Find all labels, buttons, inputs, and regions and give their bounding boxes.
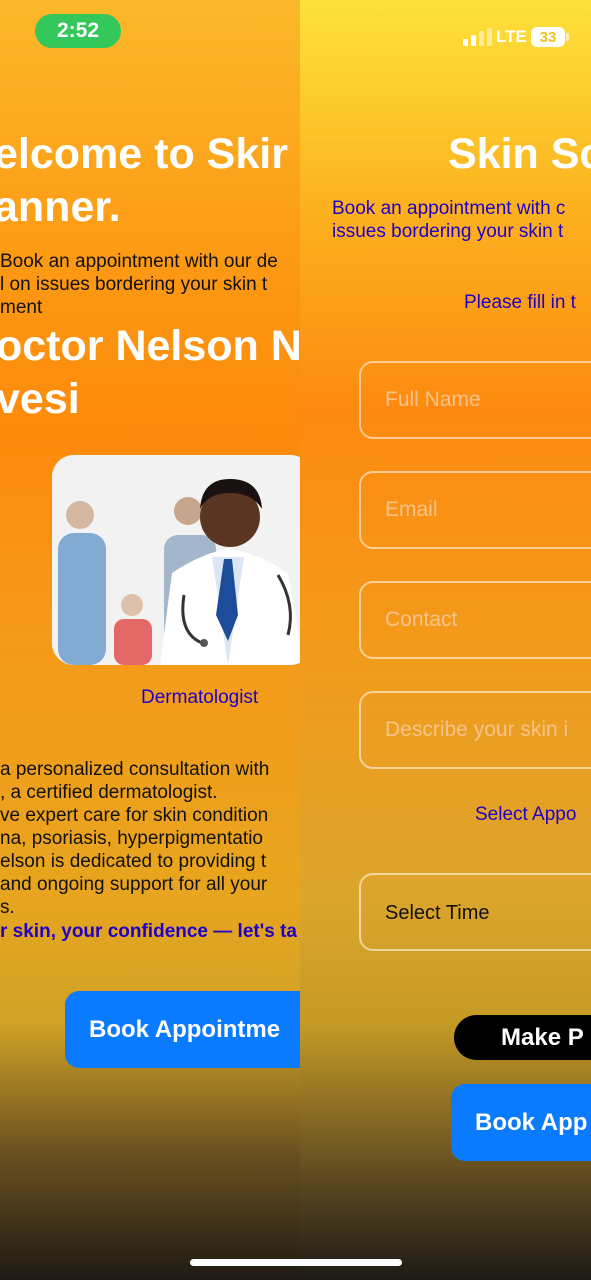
select-appointment-link[interactable]: Select Appo — [475, 803, 576, 826]
desc-line1: a personalized consultation with — [0, 759, 270, 780]
tagline: r skin, your confidence — let's ta — [0, 921, 297, 942]
intro-line3: ment — [0, 297, 43, 318]
desc-line4: na, psoriasis, hyperpigmentatio — [0, 828, 263, 849]
select-time-label: Select Time — [385, 902, 490, 924]
status-time: 2:52 — [35, 14, 121, 48]
booking-panel: LTE 33 Skin Sc Book an appointment with … — [300, 0, 591, 1280]
book-appointment-submit-button[interactable]: Book App — [451, 1084, 591, 1161]
desc-line5: elson is dedicated to providing t — [0, 851, 267, 872]
desc-line6: and ongoing support for all your — [0, 874, 268, 895]
desc-line2: , a certified dermatologist. — [0, 782, 218, 803]
intro-line1: Book an appointment with our de — [0, 251, 278, 272]
email-input[interactable] — [359, 471, 591, 549]
desc-line3: ve expert care for skin condition — [0, 805, 269, 826]
signal-icon — [463, 28, 495, 46]
select-time-dropdown[interactable]: Select Time — [359, 873, 591, 951]
full-name-input[interactable] — [359, 361, 591, 439]
doctor-role: Dermatologist — [141, 687, 259, 708]
doctor-photo — [52, 455, 300, 665]
fill-prompt: Please fill in t — [464, 292, 576, 313]
network-label: LTE — [496, 27, 527, 46]
booking-title: Skin Sc — [448, 130, 591, 178]
booking-intro-line1: Book an appointment with c — [332, 198, 566, 219]
describe-skin-input[interactable] — [359, 691, 591, 769]
desc-line7: s. — [0, 897, 15, 918]
make-payment-button[interactable]: Make P — [454, 1015, 591, 1060]
contact-input[interactable] — [359, 581, 591, 659]
doctor-name-line2: vesi — [0, 375, 80, 423]
doctor-name-line1: octor Nelson N — [0, 322, 300, 370]
battery-level: 33 — [531, 27, 565, 47]
home-indicator[interactable] — [190, 1259, 402, 1266]
welcome-title-line2: anner. — [0, 183, 121, 231]
intro-line2: l on issues bordering your skin t — [0, 274, 268, 295]
welcome-title-line1: elcome to Skir — [0, 130, 288, 178]
welcome-panel: 2:52 elcome to Skir anner. Book an appoi… — [0, 0, 300, 1280]
battery-icon: 33 — [531, 27, 571, 47]
booking-intro-line2: issues bordering your skin t — [332, 221, 564, 242]
book-appointment-button[interactable]: Book Appointme — [65, 991, 300, 1068]
